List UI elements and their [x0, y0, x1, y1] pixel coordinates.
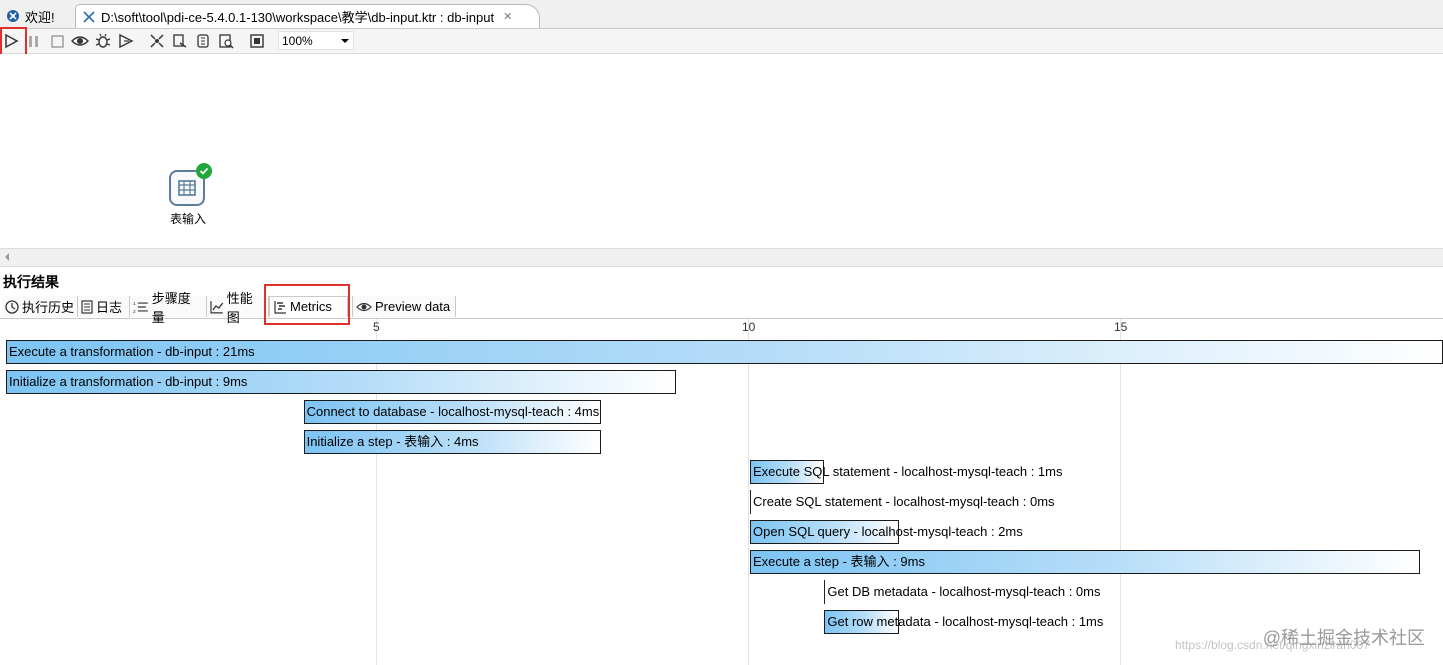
show-results-icon	[250, 34, 264, 48]
step-label: 表输入	[169, 212, 206, 226]
timeline-bar-label: Connect to database - localhost-mysql-te…	[306, 404, 600, 419]
show-results-button[interactable]	[247, 31, 267, 51]
timeline-bar-label: Execute SQL statement - localhost-mysql-…	[753, 464, 1063, 479]
eye-icon	[71, 36, 89, 46]
timeline-bar-label: Get row metadata - localhost-mysql-teach…	[827, 614, 1104, 629]
gridline	[748, 319, 749, 665]
timeline-bar-label: Execute a transformation - db-input : 21…	[9, 344, 255, 359]
step-metrics-icon: 12	[133, 301, 148, 314]
pause-icon	[29, 36, 38, 47]
metrics-timeline: 5 10 15 Execute a transformation - db-in…	[0, 319, 1443, 665]
watermark: @稀土掘金技术社区	[1262, 628, 1425, 648]
eye-icon	[356, 302, 372, 311]
timeline-bar-label: Open SQL query - localhost-mysql-teach :…	[753, 524, 1023, 539]
tab-log[interactable]: 日志	[78, 296, 130, 317]
debug-button[interactable]	[93, 31, 113, 51]
timeline-bar-label: Get DB metadata - localhost-mysql-teach …	[827, 584, 1101, 599]
preview-button[interactable]	[70, 31, 90, 51]
replay-button[interactable]	[116, 31, 136, 51]
tick-label: 10	[742, 320, 756, 334]
scroll-left-icon[interactable]	[5, 253, 9, 261]
svg-text:2: 2	[133, 308, 136, 313]
bug-icon	[95, 33, 111, 48]
tab-step-metrics[interactable]: 12 步骤度量	[130, 291, 207, 325]
stop-button[interactable]	[47, 31, 67, 51]
editor-tab-bar: 欢迎! D:\soft\tool\pdi-ce-5.4.0.1-130\work…	[0, 0, 1443, 29]
timeline-marker	[750, 490, 751, 514]
verify-icon	[150, 34, 164, 48]
verify-button[interactable]	[147, 31, 167, 51]
timeline-marker	[824, 580, 826, 604]
timeline-bar-label: Initialize a step - 表输入 : 4ms	[306, 434, 479, 449]
tab-welcome[interactable]: 欢迎!	[0, 4, 75, 28]
tab-label: 日志	[96, 300, 123, 315]
explore-db-icon	[219, 34, 234, 49]
close-icon[interactable]: ✕	[503, 10, 512, 23]
explore-db-button[interactable]	[216, 31, 236, 51]
tick-label: 5	[373, 320, 380, 334]
horizontal-scrollbar[interactable]	[0, 248, 1443, 267]
tab-performance-graph[interactable]: 性能图	[207, 291, 269, 325]
log-icon	[81, 299, 93, 314]
replay-icon	[119, 33, 134, 49]
impact-icon	[173, 34, 187, 48]
sql-button[interactable]	[193, 31, 213, 51]
stop-icon	[51, 35, 64, 48]
transformation-canvas[interactable]	[0, 54, 1443, 248]
tab-welcome-label: 欢迎!	[25, 9, 55, 25]
results-tab-bar: 执行历史 日志 12 步骤度量 性能图 Metrics Preview data	[0, 291, 1443, 325]
tab-label: Preview data	[375, 299, 451, 314]
line-chart-icon	[210, 300, 224, 313]
tab-execution-history[interactable]: 执行历史	[2, 296, 78, 317]
zoom-select[interactable]: 100%	[278, 31, 354, 50]
chevron-down-icon	[341, 39, 349, 43]
timeline-bar-label: Execute a step - 表输入 : 9ms	[753, 554, 925, 569]
spoon-icon	[7, 10, 19, 22]
timeline-bar-label: Initialize a transformation - db-input :…	[9, 374, 248, 389]
history-icon	[5, 299, 19, 314]
tab-db-input-label: D:\soft\tool\pdi-ce-5.4.0.1-130\workspac…	[101, 10, 495, 25]
tick-label: 15	[1114, 320, 1128, 334]
success-check-icon	[196, 163, 212, 179]
results-title: 执行结果	[3, 274, 59, 290]
tab-label: 执行历史	[22, 300, 75, 315]
svg-text:1: 1	[133, 301, 136, 307]
tab-db-input[interactable]: D:\soft\tool\pdi-ce-5.4.0.1-130\workspac…	[75, 4, 540, 28]
zoom-value: 100%	[282, 33, 313, 48]
transformation-toolbar	[0, 29, 1443, 54]
sql-icon	[197, 34, 209, 48]
impact-button[interactable]	[170, 31, 190, 51]
transformation-icon	[83, 10, 95, 23]
pause-button[interactable]	[24, 31, 44, 51]
timeline-bar-label: Create SQL statement - localhost-mysql-t…	[753, 494, 1055, 509]
gridline	[1120, 319, 1121, 665]
tab-preview-data[interactable]: Preview data	[352, 296, 456, 317]
